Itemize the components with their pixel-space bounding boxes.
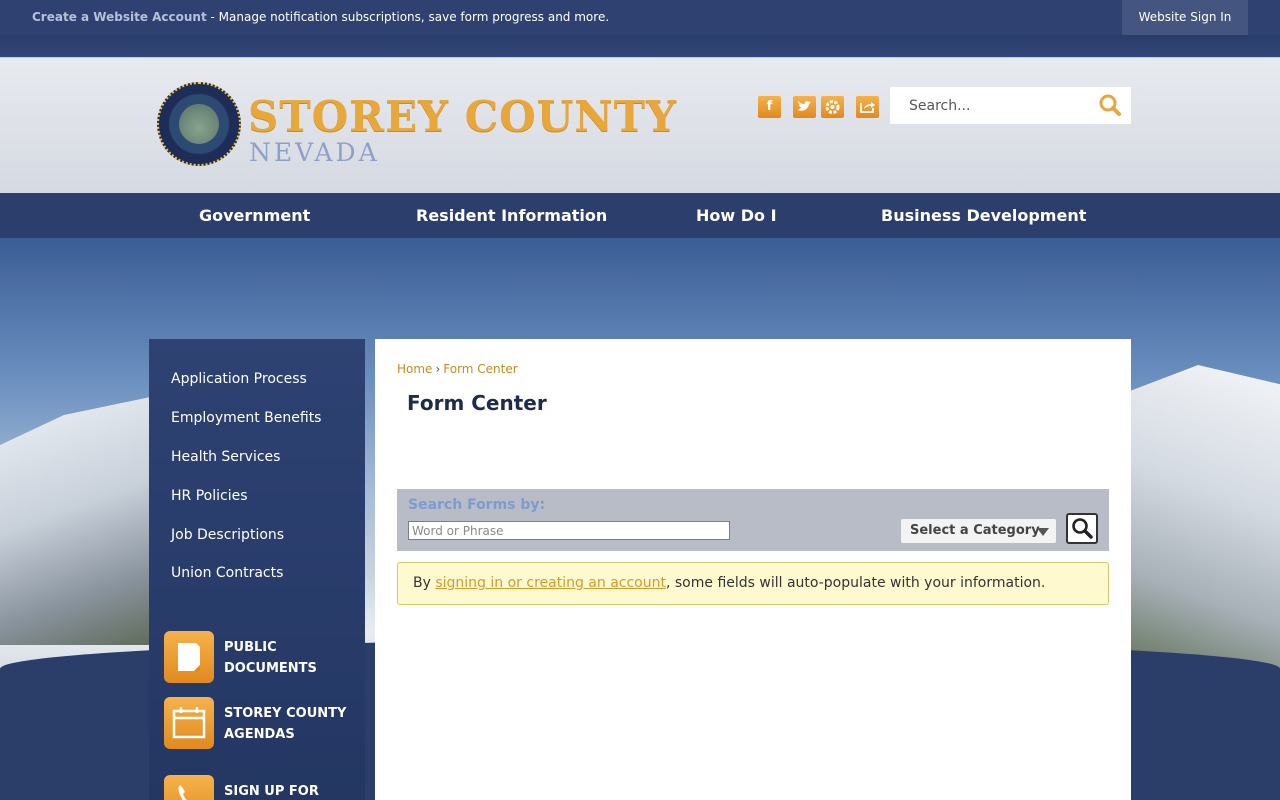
nav-government[interactable]: Government xyxy=(199,206,310,225)
main-content: Home › Form Center Form Center Search Form… xyxy=(375,339,1131,800)
document-icon xyxy=(164,631,214,683)
quick-link-label: SIGN UP FOR EMERGENCY xyxy=(224,784,319,799)
site-subtitle: NEVADA xyxy=(249,138,380,167)
quick-link-label: STOREY COUNTY AGENDAS xyxy=(224,706,347,742)
top-account-bar: Create a Website Account - Manage notifi… xyxy=(0,0,1280,35)
sidebar: Application Process Employment Benefits … xyxy=(149,339,365,800)
nav-resident-information[interactable]: Resident Information xyxy=(416,206,607,225)
county-seal-logo[interactable] xyxy=(157,82,241,166)
search-forms-label: Search Forms by: xyxy=(408,497,546,513)
dropdown-arrow-icon xyxy=(1037,528,1049,536)
site-search-input[interactable] xyxy=(890,87,1090,124)
facebook-icon[interactable]: f xyxy=(758,96,781,118)
sidebar-item-union-contracts[interactable]: Union Contracts xyxy=(171,565,283,581)
site-title[interactable]: STOREY COUNTY xyxy=(248,92,677,141)
breadcrumb: Home › Form Center xyxy=(397,362,518,376)
search-icon xyxy=(1072,518,1093,539)
sidebar-item-application-process[interactable]: Application Process xyxy=(171,371,307,387)
breadcrumb-form-center[interactable]: Form Center xyxy=(443,362,517,376)
share-icon[interactable] xyxy=(856,96,879,118)
sidebar-item-health-services[interactable]: Health Services xyxy=(171,449,280,465)
site-header: STOREY COUNTY NEVADA f xyxy=(0,57,1280,193)
site-search xyxy=(890,87,1131,124)
category-select[interactable]: Select a Category xyxy=(901,519,1056,543)
breadcrumb-separator: › xyxy=(435,362,441,376)
sidebar-item-job-descriptions[interactable]: Job Descriptions xyxy=(171,527,284,543)
calendar-icon xyxy=(164,697,214,749)
topbar-strip xyxy=(0,35,1280,57)
twitter-icon[interactable] xyxy=(793,96,816,118)
mountain-right-image xyxy=(1131,365,1280,685)
nav-business-development[interactable]: Business Development xyxy=(881,206,1086,225)
website-sign-in-button[interactable]: Website Sign In xyxy=(1122,0,1248,35)
page-title: Form Center xyxy=(407,391,547,415)
sign-in-link[interactable]: signing in or creating an account xyxy=(435,575,666,591)
search-forms-panel: Search Forms by: Select a Category xyxy=(397,489,1109,551)
seal-center xyxy=(179,104,219,144)
word-or-phrase-input[interactable] xyxy=(408,521,730,540)
breadcrumb-home[interactable]: Home xyxy=(397,362,432,376)
sidebar-item-hr-policies[interactable]: HR Policies xyxy=(171,488,248,504)
search-icon[interactable] xyxy=(1090,87,1131,124)
sidebar-item-employment-benefits[interactable]: Employment Benefits xyxy=(171,410,321,426)
sign-in-notice: By signing in or creating an account, so… xyxy=(397,562,1109,605)
main-navigation: Government Resident Information How Do I… xyxy=(0,193,1280,238)
notice-suffix: , some fields will auto-populate with yo… xyxy=(665,575,1046,591)
settings-icon[interactable] xyxy=(821,96,844,118)
nav-how-do-i[interactable]: How Do I xyxy=(696,206,777,225)
account-tagline: - Manage notification subscriptions, sav… xyxy=(206,10,610,24)
phone-icon xyxy=(164,775,214,800)
create-account-link[interactable]: Create a Website Account xyxy=(32,10,207,24)
quick-link-county-agendas[interactable]: STOREY COUNTY AGENDAS xyxy=(164,697,364,751)
quick-link-label: PUBLIC DOCUMENTS xyxy=(224,640,317,676)
account-prompt: Create a Website Account - Manage notifi… xyxy=(32,10,609,24)
search-forms-button[interactable] xyxy=(1066,513,1098,544)
quick-link-emergency-signup[interactable]: SIGN UP FOR EMERGENCY xyxy=(164,775,364,800)
quick-link-public-documents[interactable]: PUBLIC DOCUMENTS xyxy=(164,631,364,685)
category-select-value: Select a Category xyxy=(910,523,1040,538)
notice-prefix: By xyxy=(413,575,436,591)
